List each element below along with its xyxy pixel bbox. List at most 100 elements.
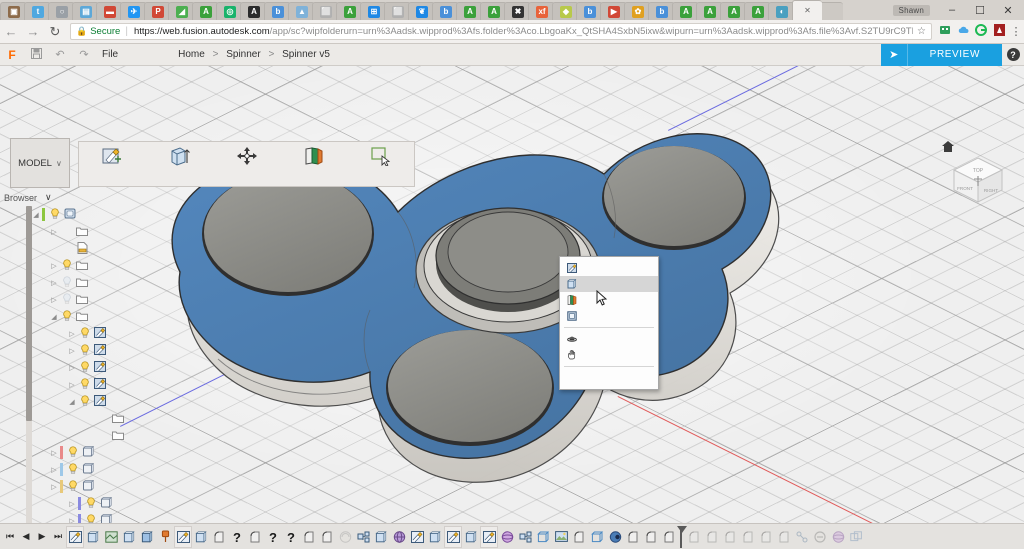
visibility-bulb-icon[interactable] <box>66 446 80 459</box>
timeline-feature-joint-pin[interactable] <box>156 526 174 548</box>
ribbon-item-create[interactable] <box>146 142 213 186</box>
tree-item[interactable]: ◢ <box>0 308 196 325</box>
timeline-feature-plane[interactable] <box>102 526 120 548</box>
tree-item[interactable]: ▷ <box>0 512 196 523</box>
timeline-feature-sketch[interactable] <box>480 525 498 548</box>
timeline-feature-component[interactable] <box>354 526 372 548</box>
timeline-feature-fillet[interactable] <box>210 526 228 548</box>
timeline-playhead[interactable] <box>677 525 687 548</box>
visibility-bulb-icon[interactable] <box>48 208 62 221</box>
visibility-bulb-icon[interactable] <box>60 259 74 272</box>
timeline-feature-revolve[interactable] <box>390 526 408 548</box>
maximize-button[interactable]: ☐ <box>966 0 994 20</box>
redo-icon[interactable]: ↷ <box>72 48 96 61</box>
tree-item[interactable]: ▷ <box>0 461 196 478</box>
tree-item[interactable]: ▷ <box>0 342 196 359</box>
file-menu[interactable]: File <box>102 49 118 60</box>
timeline-feature-fillet[interactable] <box>721 526 739 548</box>
browser-tab[interactable]: ✈ <box>120 2 147 20</box>
timeline-nav-button[interactable]: ▶ <box>34 531 50 542</box>
context-menu-item[interactable] <box>560 370 658 386</box>
close-icon[interactable]: ✕ <box>804 6 811 15</box>
browser-tab[interactable]: A <box>480 2 507 20</box>
timeline-feature-extrude[interactable] <box>192 526 210 548</box>
browser-tab[interactable]: ○ <box>48 2 75 20</box>
expand-arrow-icon[interactable]: ◢ <box>66 398 78 406</box>
tree-item[interactable] <box>0 240 196 257</box>
timeline-feature-fillet[interactable] <box>246 526 264 548</box>
browser-tab[interactable]: A <box>336 2 363 20</box>
chrome-tabstrip[interactable]: ▣ t ○ ▤ ▬ ✈ P ◢ A ◎ Ab ▲ ⬜ A ⊞ ⬜ ❦ b A A ✖ xf ◆ b ▶ ✿ b A A A A ◐ ✕ <box>0 0 893 20</box>
ribbon-toolbar[interactable] <box>78 141 415 187</box>
expand-arrow-icon[interactable]: ▷ <box>48 449 60 457</box>
browser-panel-header[interactable]: Browser ∨ <box>4 192 52 203</box>
browser-tab[interactable]: ❦ <box>408 2 435 20</box>
user-profile-chip[interactable]: Shawn <box>892 4 930 16</box>
expand-arrow-icon[interactable]: ▷ <box>66 500 78 508</box>
ribbon-item-sketch[interactable] <box>79 142 146 186</box>
browser-tab-active[interactable]: ✕ <box>792 0 822 20</box>
visibility-bulb-icon[interactable] <box>78 327 92 340</box>
browser-tab[interactable]: b <box>576 2 603 20</box>
browser-tab[interactable]: ▲ <box>288 2 315 20</box>
context-menu-item[interactable] <box>560 347 658 363</box>
timeline-feature-fillet[interactable] <box>660 526 678 548</box>
timeline-feature-box[interactable] <box>534 526 552 548</box>
timeline-feature-unknown[interactable]: ? <box>282 526 300 548</box>
tree-item[interactable]: ▷ <box>0 257 196 274</box>
timeline-feature-sketch[interactable] <box>408 526 426 548</box>
browser-tab[interactable]: A <box>456 2 483 20</box>
undo-icon[interactable]: ↶ <box>48 48 72 61</box>
visibility-bulb-icon[interactable] <box>66 463 80 476</box>
tree-item[interactable]: ◢ <box>0 206 196 223</box>
browser-tab[interactable]: ◐ <box>768 2 795 20</box>
timeline-feature-fillet[interactable] <box>703 526 721 548</box>
timeline-feature-extrude[interactable] <box>372 526 390 548</box>
bookmark-star-icon[interactable]: ☆ <box>913 26 926 37</box>
visibility-bulb-icon[interactable] <box>78 361 92 374</box>
workspace-selector[interactable]: MODEL ∨ <box>10 138 70 188</box>
visibility-bulb-icon[interactable] <box>60 310 74 323</box>
tree-item[interactable]: ▷ <box>0 444 196 461</box>
browser-tab[interactable]: A <box>192 2 219 20</box>
visibility-bulb-icon[interactable] <box>66 480 80 493</box>
visibility-bulb-icon[interactable] <box>78 378 92 391</box>
ribbon-item-select[interactable] <box>347 142 414 186</box>
tree-item[interactable]: ▷ <box>0 359 196 376</box>
browser-tab[interactable]: A <box>720 2 747 20</box>
browser-tab[interactable]: xf <box>528 2 555 20</box>
chevron-down-icon[interactable]: ∨ <box>45 192 52 203</box>
timeline-bar[interactable]: ⏮ ◀ ▶ ⏭??? <box>0 523 1024 549</box>
timeline-feature-copy[interactable] <box>847 526 865 548</box>
timeline-feature-box[interactable] <box>588 526 606 548</box>
timeline-feature-extrude-cut[interactable] <box>138 526 156 548</box>
ribbon-item-construct[interactable] <box>280 142 347 186</box>
expand-arrow-icon[interactable]: ▷ <box>66 347 78 355</box>
timeline-nav-button[interactable]: ◀ <box>18 531 34 542</box>
browser-tab[interactable]: A <box>240 2 267 20</box>
browser-tab[interactable]: ◎ <box>216 2 243 20</box>
3d-viewport[interactable]: Browser ∨ ◢▷▷▷▷◢▷▷▷▷◢▷▷▷▷▷▷▷▷ Component2… <box>0 66 1024 523</box>
browser-tab[interactable]: b <box>264 2 291 20</box>
context-menu[interactable] <box>559 256 659 390</box>
breadcrumb-home[interactable]: Home <box>178 49 205 60</box>
tree-item[interactable]: ▷ <box>0 495 196 512</box>
timeline-feature-fillet[interactable] <box>570 526 588 548</box>
breadcrumb-document[interactable]: Spinner v5 <box>282 49 330 60</box>
timeline-feature-fillet[interactable] <box>624 526 642 548</box>
share-icon[interactable]: ➤ <box>880 43 907 66</box>
browser-tab[interactable]: ✖ <box>504 2 531 20</box>
browser-tab[interactable]: ◢ <box>168 2 195 20</box>
visibility-bulb-icon[interactable] <box>60 293 74 306</box>
chevron-down-icon[interactable]: ∨ <box>56 159 62 168</box>
expand-arrow-icon[interactable]: ▷ <box>48 466 60 474</box>
new-tab-button[interactable] <box>819 2 843 20</box>
timeline-feature-fillet[interactable] <box>739 526 757 548</box>
address-bar[interactable]: 🔒 Secure | https://web.fusion.autodesk.c… <box>70 23 932 40</box>
browser-tab[interactable]: ⬜ <box>312 2 339 20</box>
visibility-bulb-icon[interactable] <box>78 395 92 408</box>
chrome-menu-icon[interactable]: ⋮ <box>1008 25 1024 38</box>
view-cube[interactable]: TOP FRONT RIGHT <box>950 154 1006 206</box>
timeline-feature-extrude[interactable] <box>84 526 102 548</box>
extension-icon[interactable] <box>936 24 954 39</box>
